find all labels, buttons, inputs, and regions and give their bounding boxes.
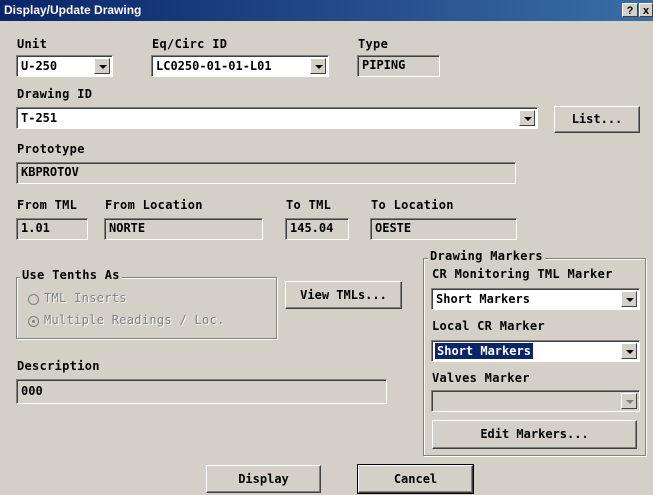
drawing-select[interactable]: T-251 [16,107,538,129]
title-bar: Display/Update Drawing ? x [0,0,653,21]
from-tml-field: 1.01 [16,218,88,240]
edit-markers-button[interactable]: Edit Markers... [432,420,637,449]
valves-dropdown-arrow-icon[interactable] [621,393,637,409]
valves-marker-select[interactable] [431,390,640,412]
multiple-readings-radio[interactable] [28,316,39,327]
eqcirc-label: Eq/Circ ID [152,37,228,51]
close-button[interactable]: x [639,3,653,17]
unit-label: Unit [17,37,48,51]
unit-select[interactable]: U-250 [16,55,113,77]
cancel-button[interactable]: Cancel [357,464,474,494]
tml-inserts-radio[interactable] [28,294,39,305]
type-label: Type [358,37,389,51]
cr-monitoring-label: CR Monitoring TML Marker [432,267,613,281]
from-tml-label: From TML [17,198,78,212]
local-cr-select[interactable]: Short Markers [431,340,640,362]
local-cr-dropdown-arrow-icon[interactable] [621,343,637,359]
to-location-field: OESTE [370,218,517,240]
description-field[interactable]: 000 [16,379,387,404]
eqcirc-select[interactable]: LC0250-01-01-L01 [151,55,329,77]
prototype-label: Prototype [17,142,85,156]
cr-monitoring-value: Short Markers [436,292,530,306]
drawing-value: T-251 [21,111,58,125]
local-cr-label: Local CR Marker [432,319,545,333]
list-button[interactable]: List... [554,106,640,133]
from-location-field: NORTE [104,218,263,240]
tenths-group [16,277,277,339]
local-cr-value: Short Markers [435,343,533,359]
valves-marker-label: Valves Marker [432,371,530,385]
display-button[interactable]: Display [206,465,321,493]
unit-dropdown-arrow-icon[interactable] [94,58,110,74]
drawing-label: Drawing ID [17,87,93,101]
tml-inserts-label: TML Inserts [44,291,127,305]
description-label: Description [17,359,100,373]
type-field: PIPING [357,55,440,77]
eqcirc-dropdown-arrow-icon[interactable] [310,58,326,74]
from-location-label: From Location [105,198,203,212]
markers-legend: Drawing Markers [428,249,545,263]
view-tmls-button[interactable]: View TMLs... [285,281,402,309]
to-location-label: To Location [371,198,454,212]
drawing-dropdown-arrow-icon[interactable] [519,110,535,126]
to-tml-field: 145.04 [285,218,349,240]
window-title: Display/Update Drawing [4,3,142,17]
to-tml-label: To TML [286,198,332,212]
help-button[interactable]: ? [622,3,638,17]
multiple-readings-label: Multiple Readings / Loc. [44,313,225,327]
tenths-legend: Use Tenths As [20,268,122,282]
cr-monitoring-dropdown-arrow-icon[interactable] [621,291,637,307]
cr-monitoring-select[interactable]: Short Markers [431,288,640,310]
eqcirc-value: LC0250-01-01-L01 [156,59,272,73]
prototype-field: KBPROTOV [16,162,516,184]
unit-value: U-250 [21,59,58,73]
